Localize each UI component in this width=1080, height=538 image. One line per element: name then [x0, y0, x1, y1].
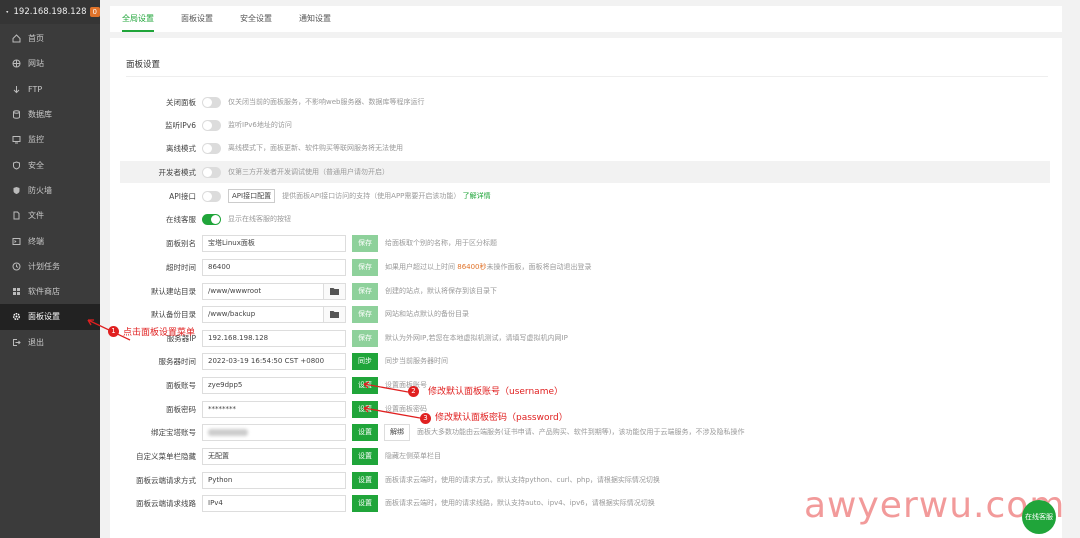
- row-timeout: 超时时间 86400 保存 如果用户超过以上时间 86400秒未操作面板，面板将…: [120, 256, 1050, 278]
- tab-notification-settings[interactable]: 通知设置: [299, 6, 331, 32]
- row-api: API接口 API接口配置 提供面板API接口访问的支持（使用APP需要开启该功…: [120, 185, 1050, 207]
- server-ip-input[interactable]: 192.168.198.128: [202, 329, 346, 347]
- row-panel-alias: 面板别名 宝塔Linux面板 保存 给面板取个别的名称，用于区分标题: [120, 232, 1050, 254]
- online-service-toggle[interactable]: [202, 213, 221, 225]
- site-dir-input[interactable]: /www/wwwroot: [202, 282, 324, 300]
- row-site-dir: 默认建站目录 /www/wwwroot 保存 创建的站点，默认将保存到该目录下: [120, 280, 1050, 302]
- monitor-icon: [12, 135, 21, 144]
- section-divider: [126, 76, 1048, 77]
- row-dev-mode: 开发者模式 仅第三方开发者开发调试使用（普通用户请勿开启）: [120, 161, 1050, 183]
- sidebar-item-terminal[interactable]: 终端: [0, 228, 100, 253]
- api-toggle[interactable]: [202, 190, 221, 202]
- server-brand[interactable]: 192.168.198.128 0: [0, 0, 100, 24]
- sidebar-item-website[interactable]: 网站: [0, 51, 100, 76]
- sidebar: 192.168.198.128 0 首页 网站 FTP 数据库 监控 安全 防火…: [0, 0, 100, 538]
- row-online-service: 在线客服 显示在线客服的按钮: [166, 213, 291, 225]
- backup-dir-input[interactable]: /www/backup: [202, 305, 324, 323]
- section-title: 面板设置: [126, 60, 161, 70]
- folder-icon[interactable]: [324, 282, 346, 300]
- store-icon: [12, 287, 21, 296]
- home-icon: [12, 34, 21, 43]
- ftp-icon: [12, 85, 21, 94]
- row-offline-mode: 离线模式 离线模式下，面板更新、软件购买等联网服务将无法使用: [166, 142, 403, 154]
- unbind-button[interactable]: 解绑: [384, 423, 410, 441]
- notification-badge[interactable]: 0: [89, 7, 100, 17]
- annotation-2-number: 2: [408, 386, 419, 397]
- sidebar-item-logout[interactable]: 退出: [0, 330, 100, 355]
- shield-icon: [12, 161, 21, 170]
- bt-logo-icon: [6, 10, 9, 14]
- annotation-1-number: 1: [108, 326, 119, 337]
- server-time-input: 2022-03-19 16:54:50 CST +0800: [202, 352, 346, 370]
- tab-security-settings[interactable]: 安全设置: [240, 6, 272, 32]
- annotation-1-text: 点击面板设置菜单: [123, 328, 196, 338]
- panel-password-input[interactable]: ********: [202, 400, 346, 418]
- row-server-time: 服务器时间 2022-03-19 16:54:50 CST +0800 同步 同…: [120, 350, 1050, 372]
- terminal-icon: [12, 237, 21, 246]
- blurred-account: [208, 428, 248, 436]
- sidebar-item-ftp[interactable]: FTP: [0, 77, 100, 102]
- request-line-set-button[interactable]: 设置: [352, 494, 378, 512]
- folder-icon[interactable]: [324, 305, 346, 323]
- server-ip: 192.168.198.128: [13, 7, 87, 17]
- sidebar-item-store[interactable]: 软件商店: [0, 279, 100, 304]
- api-config-button[interactable]: API接口配置: [228, 189, 276, 203]
- timeout-save-button[interactable]: 保存: [352, 258, 378, 276]
- firewall-icon: [12, 186, 21, 195]
- logout-icon: [12, 338, 21, 347]
- ipv6-toggle[interactable]: [202, 119, 221, 131]
- row-listen-ipv6: 监听IPv6 监听IPv6地址的访问: [165, 119, 292, 131]
- sidebar-item-database[interactable]: 数据库: [0, 102, 100, 127]
- row-panel-account: 面板账号 zye9dpp5 设置 设置面板账号: [120, 374, 1050, 396]
- globe-icon: [12, 59, 21, 68]
- tab-global-settings[interactable]: 全局设置: [122, 6, 154, 32]
- row-backup-dir: 默认备份目录 /www/backup 保存 网站和站点默认的备份目录: [120, 303, 1050, 325]
- row-bind-account: 绑定宝塔账号 设置 解绑 面板大多数功能由云端服务(证书申请、产品购买、软件到期…: [120, 421, 1050, 443]
- sidebar-item-monitor[interactable]: 监控: [0, 127, 100, 152]
- request-method-input[interactable]: Python: [202, 471, 346, 489]
- request-method-set-button[interactable]: 设置: [352, 471, 378, 489]
- settings-tabs: 全局设置 面板设置 安全设置 通知设置: [110, 6, 1062, 32]
- site-dir-save-button[interactable]: 保存: [352, 282, 378, 300]
- row-close-panel: 关闭面板 仅关闭当前的面板服务，不影响web服务器、数据库等程序运行: [166, 96, 425, 108]
- bind-account-input: [202, 423, 346, 441]
- annotation-2-text: 修改默认面板账号（username）: [428, 387, 563, 397]
- panel-account-input[interactable]: zye9dpp5: [202, 376, 346, 394]
- row-hidden-menu: 自定义菜单栏隐藏 无配置 设置 隐藏左侧菜单栏目: [120, 445, 1050, 467]
- dev-mode-toggle[interactable]: [202, 166, 221, 178]
- hidden-menu-set-button[interactable]: 设置: [352, 447, 378, 465]
- row-panel-password: 面板密码 ******** 设置 设置面板密码: [120, 398, 1050, 420]
- sidebar-nav: 首页 网站 FTP 数据库 监控 安全 防火墙 文件 终端 计划任务 软件商店 …: [0, 26, 100, 355]
- annotation-3-number: 3: [420, 413, 431, 424]
- account-set-button[interactable]: 设置: [352, 376, 378, 394]
- timeout-input[interactable]: 86400: [202, 258, 346, 276]
- sidebar-item-files[interactable]: 文件: [0, 203, 100, 228]
- hidden-menu-input[interactable]: 无配置: [202, 447, 346, 465]
- panel-alias-input[interactable]: 宝塔Linux面板: [202, 234, 346, 252]
- close-panel-toggle[interactable]: [202, 96, 221, 108]
- settings-panel: 面板设置 关闭面板 仅关闭当前的面板服务，不影响web服务器、数据库等程序运行 …: [110, 38, 1062, 538]
- sidebar-item-cron[interactable]: 计划任务: [0, 254, 100, 279]
- file-icon: [12, 211, 21, 220]
- row-server-ip: 服务器IP 192.168.198.128 保存 默认为外网IP,若您在本地虚拟…: [120, 327, 1050, 349]
- api-learn-more-link[interactable]: 了解详情: [463, 192, 491, 200]
- online-service-chat-button[interactable]: 在线客服: [1022, 500, 1056, 534]
- server-ip-save-button[interactable]: 保存: [352, 329, 378, 347]
- bind-set-button[interactable]: 设置: [352, 423, 378, 441]
- request-line-input[interactable]: IPv4: [202, 494, 346, 512]
- annotation-3-text: 修改默认面板密码（password）: [435, 413, 568, 423]
- database-icon: [12, 110, 21, 119]
- sync-time-button[interactable]: 同步: [352, 352, 378, 370]
- clock-icon: [12, 262, 21, 271]
- tab-panel-settings[interactable]: 面板设置: [181, 6, 213, 32]
- sidebar-item-security[interactable]: 安全: [0, 152, 100, 177]
- gear-icon: [12, 312, 21, 321]
- offline-mode-toggle[interactable]: [202, 142, 221, 154]
- sidebar-item-home[interactable]: 首页: [0, 26, 100, 51]
- password-set-button[interactable]: 设置: [352, 400, 378, 418]
- alias-save-button[interactable]: 保存: [352, 234, 378, 252]
- sidebar-item-panel-settings[interactable]: 面板设置: [0, 304, 100, 330]
- sidebar-item-firewall[interactable]: 防火墙: [0, 178, 100, 203]
- backup-dir-save-button[interactable]: 保存: [352, 305, 378, 323]
